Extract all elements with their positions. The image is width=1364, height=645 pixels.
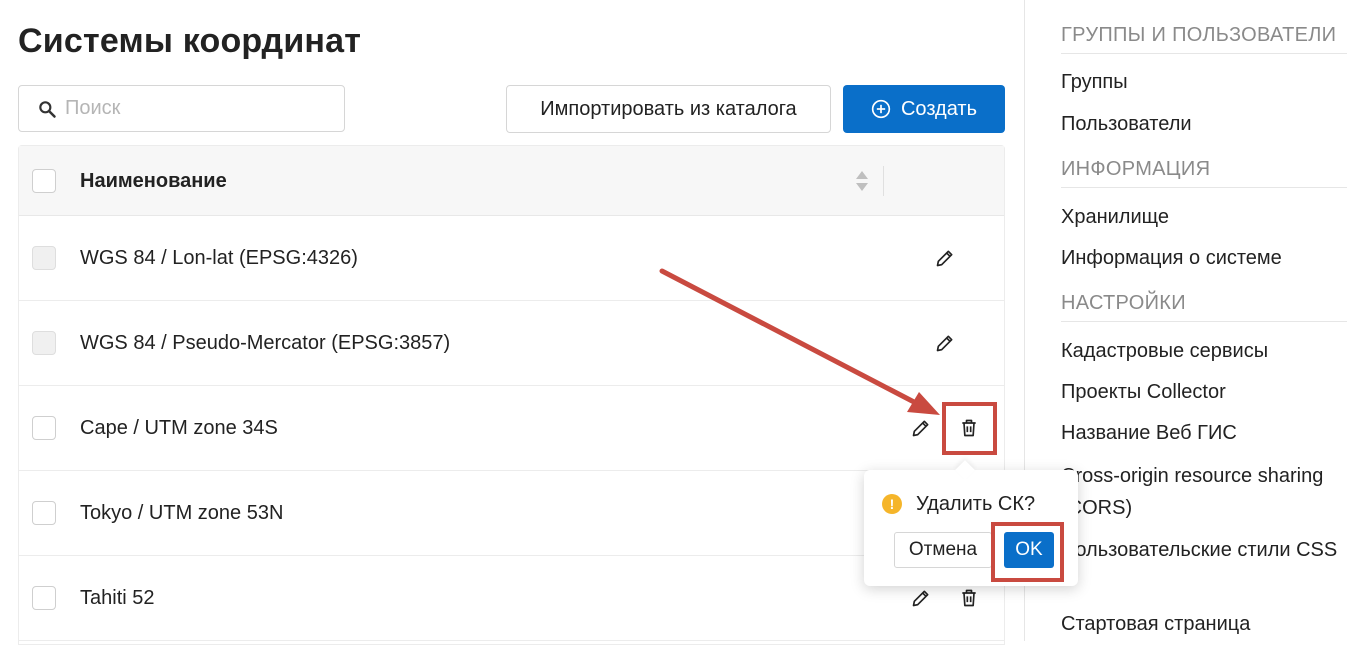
pencil-icon <box>936 250 953 267</box>
sidebar-item-users[interactable]: Пользователи <box>1061 113 1192 136</box>
sidebar-item-webgis-name[interactable]: Название Веб ГИС <box>1061 422 1237 445</box>
edit-button[interactable] <box>909 586 933 610</box>
page-title: Системы координат <box>18 22 362 60</box>
delete-button-highlight <box>942 402 997 455</box>
sidebar-item-storage[interactable]: Хранилище <box>1061 206 1169 229</box>
pencil-icon <box>912 420 929 437</box>
column-header-name: Наименование <box>80 170 227 192</box>
table-row: WGS 84 / Pseudo-Mercator (EPSG:3857) <box>19 301 1004 386</box>
sidebar-item-start-page[interactable]: Стартовая страница <box>1061 613 1250 636</box>
table-header: Наименование <box>19 146 1004 216</box>
row-name: Tokyo / UTM zone 53N <box>80 502 284 524</box>
pencil-icon <box>936 335 953 352</box>
coordinate-systems-table: Наименование WGS 84 / Lon-lat (EPSG:4326… <box>18 145 1005 645</box>
search-input[interactable] <box>65 97 325 120</box>
cancel-button[interactable]: Отмена <box>894 532 992 568</box>
plus-circle-icon <box>871 99 891 119</box>
pencil-icon <box>912 590 929 607</box>
delete-button[interactable] <box>957 586 981 610</box>
row-name: Tahiti 52 <box>80 587 155 609</box>
row-name: Cape / UTM zone 34S <box>80 417 278 439</box>
sidebar-item-custom-css[interactable]: Пользовательские стили CSS <box>1061 534 1351 566</box>
row-checkbox[interactable] <box>32 416 56 440</box>
sidebar-item-groups[interactable]: Группы <box>1061 71 1128 94</box>
sidebar-section-information: ИНФОРМАЦИЯ <box>1061 158 1347 188</box>
sidebar-section-groups-users: ГРУППЫ И ПОЛЬЗОВАТЕЛИ <box>1061 24 1347 54</box>
row-name: WGS 84 / Pseudo-Mercator (EPSG:3857) <box>80 332 451 354</box>
sidebar-item-collector-projects[interactable]: Проекты Collector <box>1061 381 1226 404</box>
row-checkbox[interactable] <box>32 246 56 270</box>
edit-button[interactable] <box>933 246 957 270</box>
table-row: Tokyo / UTM zone 53N <box>19 471 1004 556</box>
import-from-catalog-button[interactable]: Импортировать из каталога <box>506 85 831 133</box>
search-box[interactable] <box>18 85 345 132</box>
table-row: WGS 84 / Lon-lat (EPSG:4326) <box>19 216 1004 301</box>
confirm-message: Удалить СК? <box>916 493 1036 515</box>
edit-button[interactable] <box>909 416 933 440</box>
create-button[interactable]: Создать <box>843 85 1005 133</box>
row-checkbox[interactable] <box>32 331 56 355</box>
sidebar-item-cadastral-services[interactable]: Кадастровые сервисы <box>1061 340 1268 363</box>
row-checkbox[interactable] <box>32 501 56 525</box>
row-checkbox[interactable] <box>32 586 56 610</box>
edit-button[interactable] <box>933 331 957 355</box>
select-all-checkbox[interactable] <box>32 169 56 193</box>
ok-button-highlight <box>991 522 1064 582</box>
column-divider <box>883 166 884 196</box>
trash-icon <box>962 589 976 607</box>
search-icon <box>39 100 56 118</box>
row-name: WGS 84 / Lon-lat (EPSG:4326) <box>80 247 358 269</box>
sidebar-section-settings: НАСТРОЙКИ <box>1061 292 1347 322</box>
table-row: Tahiti 52 <box>19 556 1004 641</box>
table-row: Cape / UTM zone 34S <box>19 386 1004 471</box>
sidebar-item-cors[interactable]: Cross-origin resource sharing (CORS) <box>1061 460 1351 524</box>
create-button-label: Создать <box>900 97 977 120</box>
sort-icon[interactable] <box>855 170 869 192</box>
sidebar-item-system-info[interactable]: Информация о системе <box>1061 247 1282 270</box>
exclamation-circle-icon: ! <box>882 494 902 514</box>
